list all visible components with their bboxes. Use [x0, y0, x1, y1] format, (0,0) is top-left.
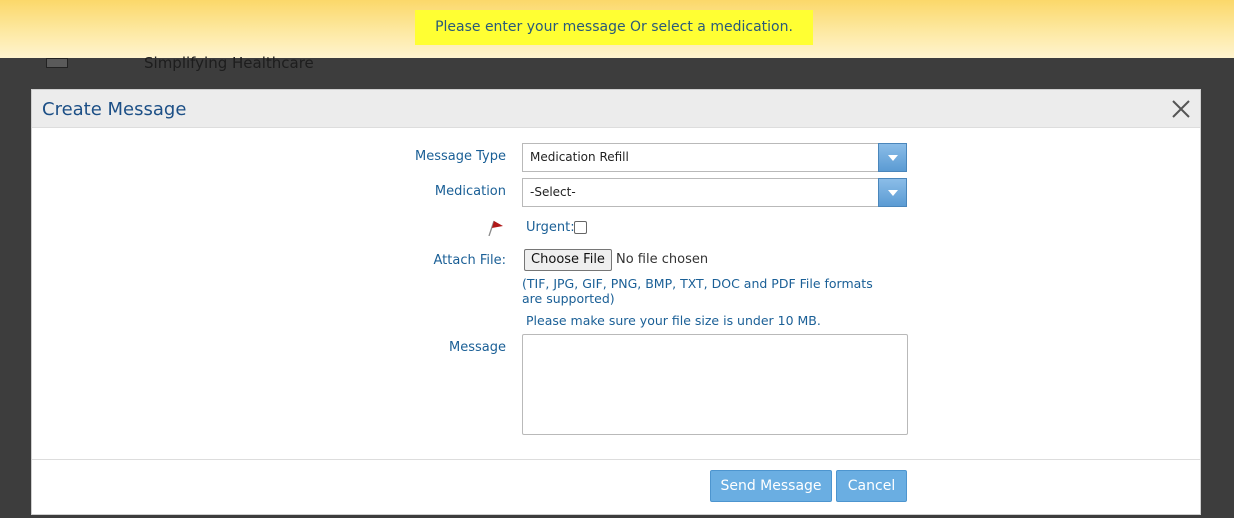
- message-label: Message: [449, 340, 506, 355]
- notification-bar: Please enter your message Or select a me…: [0, 0, 1234, 58]
- choose-file-button[interactable]: Choose File: [524, 249, 612, 271]
- dialog-footer-divider: [32, 459, 1200, 460]
- send-message-button[interactable]: Send Message: [710, 470, 832, 502]
- urgent-checkbox[interactable]: [574, 221, 587, 234]
- medication-label: Medication: [434, 184, 506, 199]
- medication-value: -Select-: [530, 185, 576, 199]
- close-icon[interactable]: [1170, 98, 1192, 120]
- chevron-down-icon[interactable]: [878, 178, 907, 207]
- medication-select[interactable]: -Select-: [522, 178, 907, 207]
- message-type-value: Medication Refill: [530, 150, 629, 164]
- file-formats-note: (TIF, JPG, GIF, PNG, BMP, TXT, DOC and P…: [522, 276, 873, 306]
- dialog-header: Create Message: [32, 90, 1200, 128]
- dialog-title: Create Message: [42, 99, 187, 120]
- message-type-select[interactable]: Medication Refill: [522, 143, 907, 172]
- flag-icon: [488, 220, 503, 236]
- create-message-dialog: Create Message Message Type Medication R…: [31, 89, 1201, 515]
- file-status-text: No file chosen: [616, 252, 709, 267]
- attach-file-label: Attach File:: [433, 253, 506, 268]
- chevron-down-icon[interactable]: [878, 143, 907, 172]
- message-textarea[interactable]: [522, 334, 908, 435]
- message-type-label: Message Type: [415, 149, 506, 164]
- app-logo: [46, 58, 68, 68]
- notification-message: Please enter your message Or select a me…: [415, 10, 813, 45]
- urgent-label: Urgent:: [526, 220, 575, 235]
- app-tagline: Simplifying Healthcare: [144, 54, 314, 72]
- file-size-note: Please make sure your file size is under…: [526, 313, 821, 328]
- cancel-button[interactable]: Cancel: [836, 470, 907, 502]
